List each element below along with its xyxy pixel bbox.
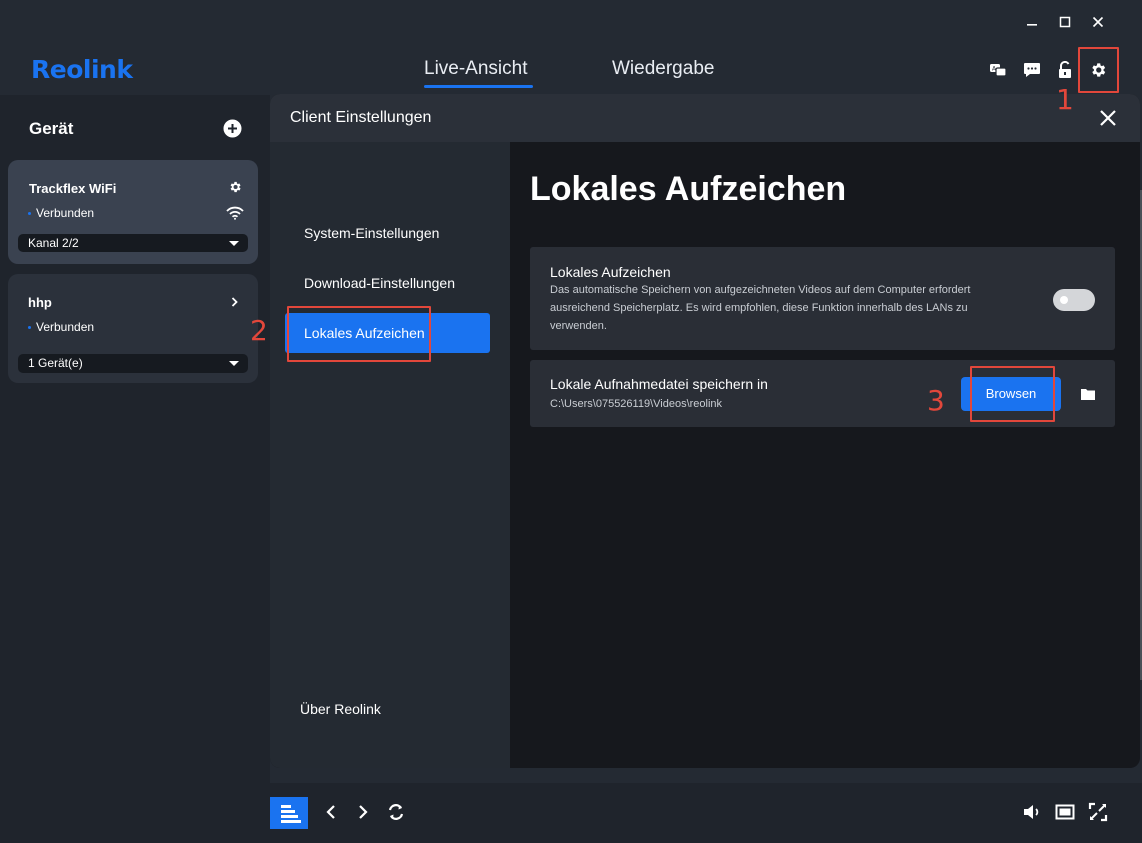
client-settings-dialog: Client Einstellungen System-Einstellunge…: [270, 94, 1140, 768]
device-status-text: Verbunden: [36, 206, 95, 220]
chevron-down-icon: [229, 241, 239, 246]
annotation-box-3: [970, 366, 1055, 422]
nav-system-settings[interactable]: System-Einstellungen: [285, 213, 490, 253]
toggle-knob: [1060, 296, 1068, 304]
add-device-icon[interactable]: [223, 119, 242, 138]
device-card-trackflex[interactable]: Trackflex WiFi Verbunden Kanal 2/2: [8, 160, 258, 264]
page-title: Lokales Aufzeichen: [530, 170, 847, 208]
device-name: Trackflex WiFi: [29, 181, 117, 196]
local-recording-setting: Lokales Aufzeichen Das automatische Spei…: [530, 247, 1115, 350]
reolink-logo: Reolink: [31, 55, 133, 84]
channel-select[interactable]: Kanal 2/2: [18, 234, 248, 252]
annotation-box-1: [1078, 47, 1119, 93]
device-count-value: 1 Gerät(e): [28, 356, 83, 370]
device-settings-icon[interactable]: [228, 180, 242, 194]
folder-icon[interactable]: [1079, 385, 1097, 403]
tab-live-view[interactable]: Live-Ansicht: [424, 58, 528, 80]
nav-about-reolink[interactable]: Über Reolink: [281, 689, 486, 729]
setting-description: Das automatische Speichern von aufgezeic…: [550, 284, 971, 332]
feedback-icon[interactable]: [1022, 60, 1042, 80]
layout-toggle-button[interactable]: [270, 797, 308, 829]
device-name: hhp: [28, 295, 52, 310]
reolink-client-window: Reolink Live-Ansicht Wiedergabe A Gerät …: [0, 0, 1142, 843]
wifi-icon: [226, 206, 244, 220]
fullscreen-icon[interactable]: [1086, 800, 1110, 824]
device-status-text: Verbunden: [36, 320, 95, 334]
status-dot: [28, 212, 31, 216]
dialog-header: Client Einstellungen: [270, 94, 1140, 142]
language-switch-icon[interactable]: A: [988, 60, 1008, 80]
annotation-number-3: 3: [927, 384, 945, 417]
setting-title: Lokale Aufnahmedatei speichern in: [550, 376, 768, 392]
nav-download-settings[interactable]: Download-Einstellungen: [285, 263, 490, 303]
local-recording-toggle[interactable]: [1053, 289, 1095, 311]
volume-icon[interactable]: [1020, 800, 1044, 824]
dialog-title: Client Einstellungen: [290, 109, 432, 126]
annotation-box-2: [287, 306, 431, 362]
device-status: Verbunden: [28, 320, 94, 334]
active-tab-indicator: [424, 85, 533, 88]
minimize-icon[interactable]: [1020, 10, 1044, 34]
screen-ratio-icon[interactable]: [1053, 800, 1077, 824]
status-dot: [28, 326, 31, 330]
close-icon[interactable]: [1098, 108, 1118, 128]
chevron-down-icon: [229, 361, 239, 366]
refresh-icon[interactable]: [384, 800, 408, 824]
channel-select-value: Kanal 2/2: [28, 236, 79, 250]
tab-playback[interactable]: Wiedergabe: [612, 58, 714, 80]
maximize-icon[interactable]: [1053, 10, 1077, 34]
lock-icon[interactable]: [1055, 60, 1075, 80]
setting-title: Lokales Aufzeichen: [550, 264, 671, 280]
annotation-number-2: 2: [250, 314, 268, 347]
chevron-right-icon[interactable]: [230, 295, 240, 309]
device-count-select[interactable]: 1 Gerät(e): [18, 354, 248, 373]
device-status: Verbunden: [28, 206, 94, 220]
device-card-hhp[interactable]: hhp Verbunden 1 Gerät(e): [8, 274, 258, 383]
device-panel-title: Gerät: [29, 119, 74, 138]
chevron-right-icon[interactable]: [351, 800, 375, 824]
settings-nav: System-Einstellungen Download-Einstellun…: [270, 142, 510, 768]
save-path-value: C:\Users\075526119\Videos\reolink: [550, 398, 723, 410]
chevron-left-icon[interactable]: [319, 800, 343, 824]
close-icon[interactable]: [1086, 10, 1110, 34]
annotation-number-1: 1: [1056, 83, 1074, 116]
